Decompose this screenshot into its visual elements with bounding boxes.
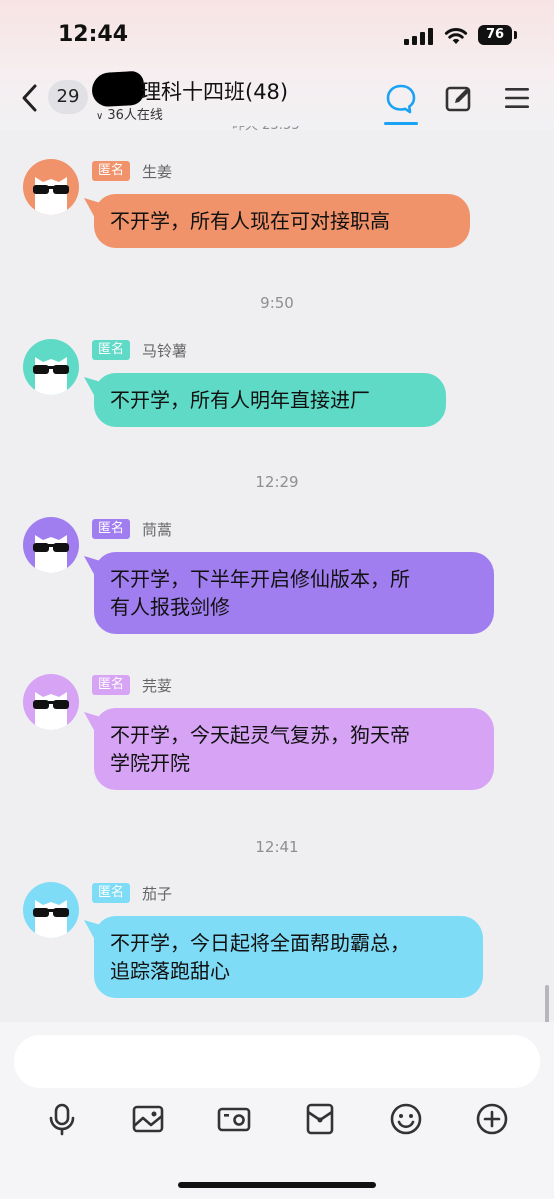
sender-name[interactable]: 生姜: [142, 161, 172, 182]
timestamp-clipped: 昨天 23:55: [232, 126, 300, 134]
message-text-line: 不开学，今天起灵气复苏，狗天帝: [110, 723, 410, 747]
sender-name[interactable]: 茄子: [142, 883, 172, 904]
avatar[interactable]: [23, 882, 79, 938]
timestamp: 9:50: [260, 294, 294, 312]
plus-icon[interactable]: [475, 1102, 509, 1136]
unread-count-badge[interactable]: 29: [48, 80, 88, 114]
message-bubble[interactable]: 不开学，今天起灵气复苏，狗天帝 学院开院: [94, 708, 494, 790]
anonymous-cat-icon: [33, 535, 69, 573]
online-status[interactable]: ∨ 36人在线: [96, 104, 163, 123]
message-text-line: 有人报我剑修: [110, 595, 230, 619]
message-text: 不开学，所有人明年直接进厂: [110, 388, 370, 412]
message-text: 不开学，所有人现在可对接职高: [110, 209, 390, 233]
anonymous-cat-icon: [33, 177, 69, 215]
camera-icon[interactable]: [217, 1102, 251, 1136]
avatar[interactable]: [23, 517, 79, 573]
anonymous-tag: 匿名: [92, 161, 131, 181]
home-indicator[interactable]: [178, 1182, 376, 1188]
red-packet-icon[interactable]: [303, 1102, 337, 1136]
battery-tip: [514, 31, 517, 39]
message-text-line: 追踪落跑甜心: [110, 959, 230, 983]
timestamp: 12:29: [255, 473, 299, 491]
message-text-line: 不开学，下半年开启修仙版本，所: [110, 567, 410, 591]
battery-icon: 76: [478, 25, 512, 45]
scrollbar[interactable]: [545, 985, 549, 1025]
message-bubble[interactable]: 不开学，所有人现在可对接职高: [94, 194, 470, 248]
chat-bubble-icon[interactable]: [384, 82, 418, 116]
message-bubble[interactable]: 不开学，今日起将全面帮助霸总， 追踪落跑甜心: [94, 916, 483, 998]
message-text-line: 学院开院: [110, 751, 190, 775]
anonymous-cat-icon: [33, 692, 69, 730]
microphone-icon[interactable]: [45, 1102, 79, 1136]
message-text-line: 不开学，今日起将全面帮助霸总，: [110, 931, 410, 955]
anonymous-tag: 匿名: [92, 883, 131, 903]
message-bubble[interactable]: 不开学，下半年开启修仙版本，所 有人报我剑修: [94, 552, 494, 634]
active-tab-indicator: [384, 122, 418, 125]
cellular-signal-icon: [404, 27, 434, 45]
wifi-icon: [444, 28, 468, 44]
message-bubble[interactable]: 不开学，所有人明年直接进厂: [94, 373, 446, 427]
anonymous-cat-icon: [33, 357, 69, 395]
anonymous-tag: 匿名: [92, 519, 131, 539]
message-input[interactable]: [14, 1035, 540, 1088]
anonymous-cat-icon: [33, 900, 69, 938]
anonymous-tag: 匿名: [92, 675, 131, 695]
emoji-icon[interactable]: [389, 1102, 423, 1136]
menu-icon[interactable]: [504, 86, 530, 110]
redaction-mark: [91, 70, 145, 108]
avatar[interactable]: [23, 159, 79, 215]
sender-name[interactable]: 芫荽: [142, 675, 172, 696]
timestamp: 12:41: [255, 838, 299, 856]
back-arrow-icon[interactable]: [18, 82, 42, 114]
anonymous-tag: 匿名: [92, 340, 131, 360]
online-count-label: 36人在线: [107, 108, 163, 123]
sender-name[interactable]: 茼蒿: [142, 519, 172, 540]
status-time: 12:44: [58, 22, 129, 47]
chevron-down-icon: ∨: [96, 111, 104, 122]
avatar[interactable]: [23, 339, 79, 395]
sender-name[interactable]: 马铃薯: [142, 340, 187, 361]
edit-icon[interactable]: [444, 84, 474, 114]
image-icon[interactable]: [131, 1102, 165, 1136]
avatar[interactable]: [23, 674, 79, 730]
group-title[interactable]: 理科十四班(48): [140, 76, 288, 106]
